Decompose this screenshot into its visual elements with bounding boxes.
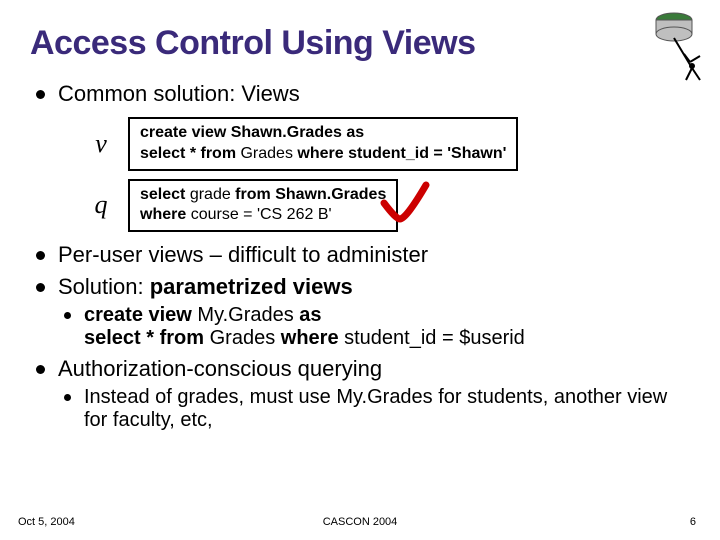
footer-page: 6	[690, 516, 696, 528]
sub-list-param: create view My.Grades as select * from G…	[58, 304, 690, 350]
query-code: select grade from Shawn.Grades where cou…	[128, 179, 398, 233]
t: Grades	[240, 145, 292, 162]
bullet-list: Common solution: Views	[30, 81, 690, 107]
t: as	[294, 304, 322, 326]
view-definition-code: create view Shawn.Grades as select * fro…	[128, 117, 518, 171]
slide: Access Control Using Views Common soluti…	[0, 0, 720, 540]
sub-list-auth: Instead of grades, must use My.Grades fo…	[58, 386, 690, 432]
t: student_id = $userid	[344, 327, 525, 349]
t: where	[140, 206, 191, 223]
footer-center: CASCON 2004	[0, 516, 720, 528]
query-row: q select grade from Shawn.Grades where c…	[84, 179, 690, 233]
t: grade	[190, 186, 231, 203]
footer: Oct 5, 2004 CASCON 2004 6	[0, 516, 720, 528]
q-label: q	[84, 190, 118, 220]
t: Solution:	[58, 274, 150, 299]
bullet-solution: Solution: parametrized views create view…	[30, 274, 690, 350]
t: create view	[84, 304, 197, 326]
t: as	[342, 124, 364, 141]
t: where	[293, 145, 348, 162]
t: student_id = 'Shawn'	[348, 145, 506, 162]
bullet-common-solution: Common solution: Views	[30, 81, 690, 107]
t: select	[140, 186, 190, 203]
bullet-per-user: Per-user views – difficult to administer	[30, 242, 690, 268]
view-definition-row: v create view Shawn.Grades as select * f…	[84, 117, 690, 171]
corner-image	[630, 6, 710, 86]
t: parametrized views	[150, 274, 353, 299]
t: course = 'CS 262 B'	[191, 206, 332, 223]
t: from	[231, 186, 275, 203]
t: Authorization-conscious querying	[58, 356, 382, 381]
t: where	[275, 327, 344, 349]
t: Shawn.Grades	[275, 186, 386, 203]
sub-create-view: create view My.Grades as select * from G…	[58, 304, 690, 350]
bullet-list-2: Per-user views – difficult to administer…	[30, 242, 690, 432]
vq-block: v create view Shawn.Grades as select * f…	[84, 117, 690, 232]
t: My.Grades	[197, 304, 293, 326]
t: Shawn.Grades	[231, 124, 342, 141]
v-label: v	[84, 129, 118, 159]
sub-instead: Instead of grades, must use My.Grades fo…	[58, 386, 690, 432]
t: create view	[140, 124, 231, 141]
bullet-auth-conscious: Authorization-conscious querying Instead…	[30, 356, 690, 432]
check-icon	[378, 175, 432, 229]
t: select * from	[140, 145, 240, 162]
slide-title: Access Control Using Views	[30, 24, 690, 63]
t: select * from	[84, 327, 210, 349]
t: Grades	[210, 327, 276, 349]
footer-date: Oct 5, 2004	[18, 516, 75, 528]
